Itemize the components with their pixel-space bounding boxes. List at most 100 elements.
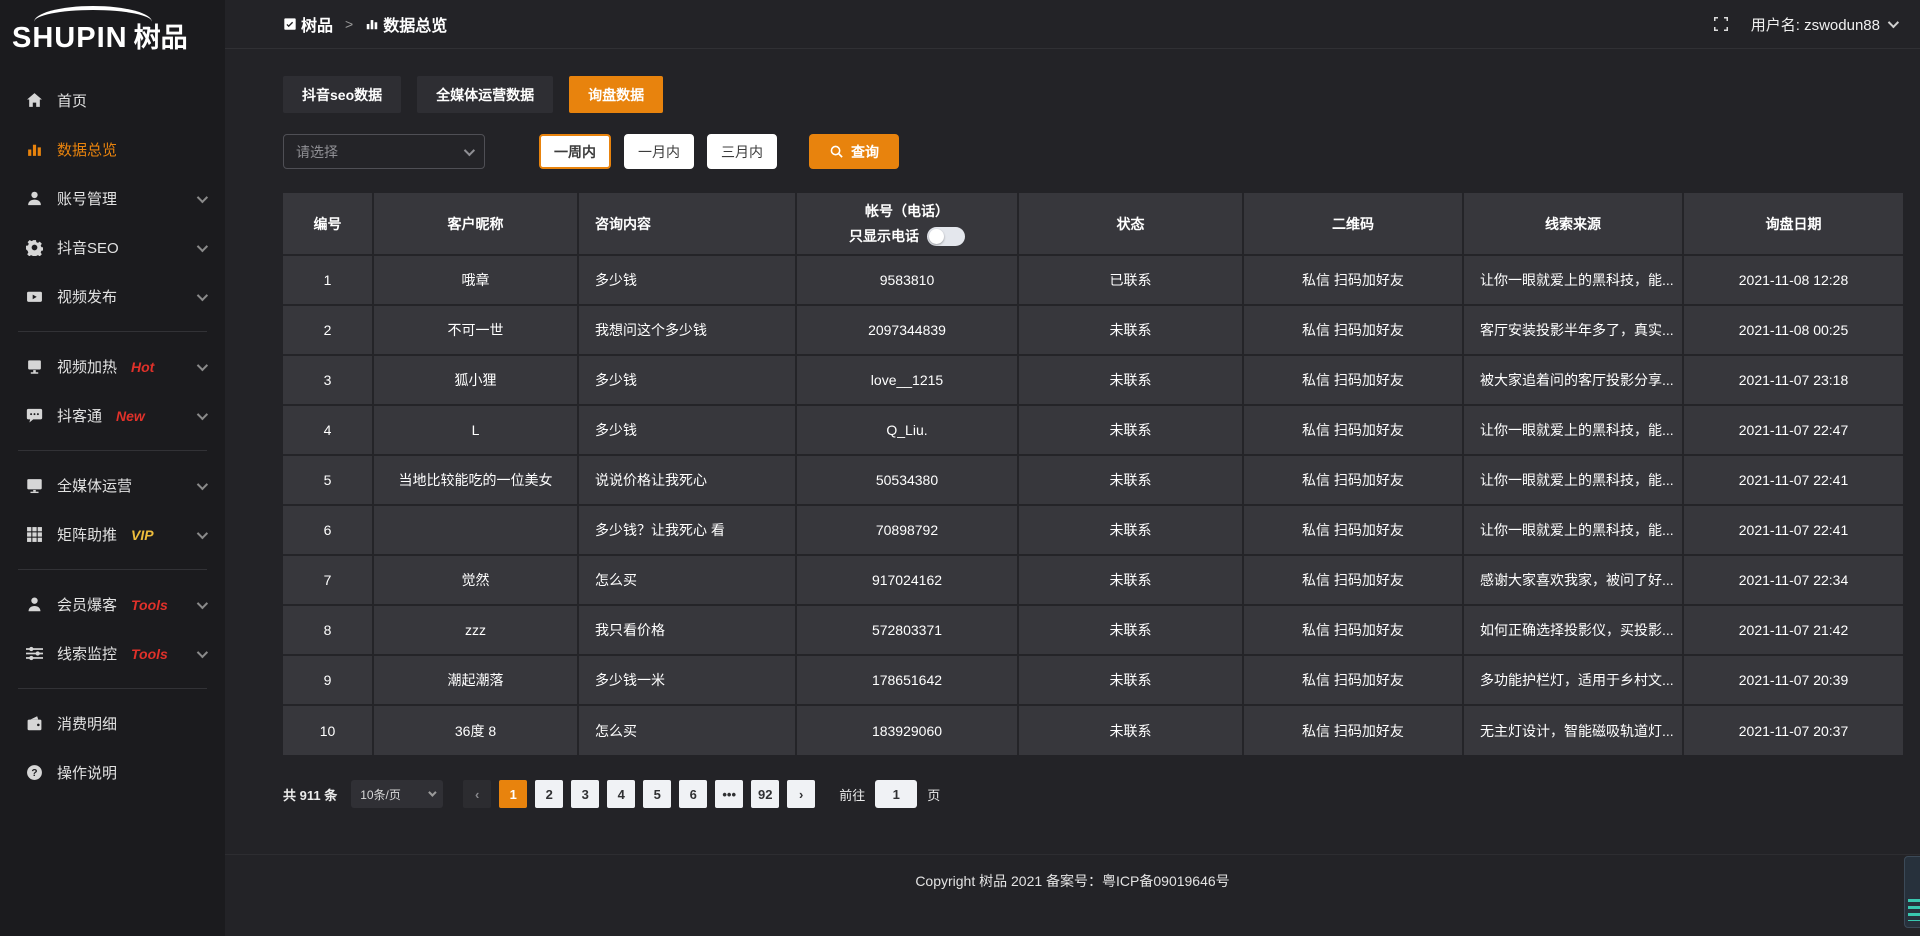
question-icon: ? [26, 764, 43, 781]
qrcode-link[interactable]: 私信 扫码加好友 [1243, 655, 1463, 705]
table-row: 7 觉然 怎么买 917024162 未联系 私信 扫码加好友 感谢大家喜欢我家… [283, 555, 1903, 605]
cell-consult: 怎么买 [578, 705, 796, 755]
source-link[interactable]: 让你一眼就爱上的黑科技，能... [1463, 455, 1683, 505]
sidebar-item-label: 首页 [57, 90, 87, 111]
status-badge[interactable]: 未联系 [1018, 555, 1243, 605]
page-button-5[interactable]: 5 [643, 780, 671, 808]
page-button-2[interactable]: 2 [535, 780, 563, 808]
sidebar-item-member-baoke[interactable]: 会员爆客 Tools [0, 580, 225, 629]
floating-widget[interactable] [1904, 856, 1920, 928]
table-row: 3 狐小狸 多少钱 love__1215 未联系 私信 扫码加好友 被大家追着问… [283, 355, 1903, 405]
qrcode-link[interactable]: 私信 扫码加好友 [1243, 605, 1463, 655]
source-link[interactable]: 让你一眼就爱上的黑科技，能... [1463, 505, 1683, 555]
top-bar: 树品 > 数据总览 用户名: zswodun88 [225, 0, 1920, 49]
sidebar-item-doukettong[interactable]: 抖客通 New [0, 391, 225, 440]
cell-nickname: 觉然 [373, 555, 578, 605]
sidebar-nav: 首页 数据总览 账号管理 抖音SEO 视频发布 [0, 62, 225, 797]
sidebar-item-matrix-boost[interactable]: 矩阵助推 VIP [0, 510, 225, 559]
source-link[interactable]: 客厅安装投影半年多了，真实... [1463, 305, 1683, 355]
cell-nickname: 36度 8 [373, 705, 578, 755]
phone-only-toggle[interactable] [927, 227, 965, 246]
sidebar-item-video-publish[interactable]: 视频发布 [0, 272, 225, 321]
source-link[interactable]: 如何正确选择投影仪，买投影... [1463, 605, 1683, 655]
source-link[interactable]: 感谢大家喜欢我家，被问了好... [1463, 555, 1683, 605]
page-button-3[interactable]: 3 [571, 780, 599, 808]
more-pages-button[interactable]: ••• [715, 780, 743, 808]
sidebar-item-consumption-details[interactable]: 消费明细 [0, 699, 225, 748]
status-badge[interactable]: 未联系 [1018, 455, 1243, 505]
qrcode-link[interactable]: 私信 扫码加好友 [1243, 705, 1463, 755]
page-button-4[interactable]: 4 [607, 780, 635, 808]
cell-id: 4 [283, 405, 373, 455]
sidebar-item-data-overview[interactable]: 数据总览 [0, 125, 225, 174]
qrcode-link[interactable]: 私信 扫码加好友 [1243, 405, 1463, 455]
page-size-select[interactable]: 10条/页 [351, 780, 443, 808]
sidebar-item-douyin-seo[interactable]: 抖音SEO [0, 223, 225, 272]
next-page-button[interactable]: › [787, 780, 815, 808]
display-icon [26, 477, 43, 494]
sidebar-item-label: 抖客通 [57, 405, 102, 426]
cell-id: 6 [283, 505, 373, 555]
search-button[interactable]: 查询 [809, 134, 899, 169]
sidebar-item-lead-monitoring[interactable]: 线索监控 Tools [0, 629, 225, 678]
hot-badge: Hot [131, 359, 154, 375]
status-badge[interactable]: 未联系 [1018, 355, 1243, 405]
source-link[interactable]: 无主灯设计，智能磁吸轨道灯... [1463, 705, 1683, 755]
qrcode-link[interactable]: 私信 扫码加好友 [1243, 355, 1463, 405]
cell-date: 2021-11-08 12:28 [1683, 255, 1903, 305]
qrcode-link[interactable]: 私信 扫码加好友 [1243, 305, 1463, 355]
column-header-id: 编号 [283, 193, 373, 255]
phone-only-label: 只显示电话 [849, 226, 919, 246]
qrcode-link[interactable]: 私信 扫码加好友 [1243, 255, 1463, 305]
source-link[interactable]: 让你一眼就爱上的黑科技，能... [1463, 255, 1683, 305]
cell-nickname: 潮起潮落 [373, 655, 578, 705]
cell-consult: 我想问这个多少钱 [578, 305, 796, 355]
source-link[interactable]: 多功能护栏灯，适用于乡村文... [1463, 655, 1683, 705]
chevron-down-icon [197, 646, 208, 657]
qrcode-link[interactable]: 私信 扫码加好友 [1243, 555, 1463, 605]
sidebar-item-home[interactable]: 首页 [0, 76, 225, 125]
status-badge[interactable]: 已联系 [1018, 255, 1243, 305]
table-row: 5 当地比较能吃的一位美女 说说价格让我死心 50534380 未联系 私信 扫… [283, 455, 1903, 505]
tools-badge: Tools [131, 597, 168, 613]
sidebar-item-label: 抖音SEO [57, 237, 119, 258]
status-badge[interactable]: 未联系 [1018, 405, 1243, 455]
status-badge[interactable]: 未联系 [1018, 305, 1243, 355]
chevron-down-icon [197, 289, 208, 300]
breadcrumb-root[interactable]: 树品 [301, 12, 333, 36]
user-menu[interactable]: 用户名: zswodun88 [1751, 14, 1896, 35]
status-badge[interactable]: 未联系 [1018, 655, 1243, 705]
tab-omnimedia-operation-data[interactable]: 全媒体运营数据 [417, 76, 553, 113]
range-one-month-button[interactable]: 一月内 [624, 134, 694, 169]
status-badge[interactable]: 未联系 [1018, 505, 1243, 555]
fullscreen-icon[interactable] [1713, 16, 1729, 32]
sidebar-item-video-heating[interactable]: 视频加热 Hot [0, 342, 225, 391]
cell-account: love__1215 [796, 355, 1018, 405]
sidebar-item-omnimedia-operation[interactable]: 全媒体运营 [0, 461, 225, 510]
goto-page-input[interactable] [875, 780, 917, 808]
qrcode-link[interactable]: 私信 扫码加好友 [1243, 455, 1463, 505]
cell-nickname: 不可一世 [373, 305, 578, 355]
pagination: 共 911 条 10条/页 ‹ 1 2 3 4 5 6 ••• 92 › 前往 … [283, 780, 1903, 808]
page-button-6[interactable]: 6 [679, 780, 707, 808]
prev-page-button[interactable]: ‹ [463, 780, 491, 808]
status-badge[interactable]: 未联系 [1018, 705, 1243, 755]
qrcode-link[interactable]: 私信 扫码加好友 [1243, 505, 1463, 555]
tab-douyin-seo-data[interactable]: 抖音seo数据 [283, 76, 401, 113]
table-header-row: 编号 客户昵称 咨询内容 帐号（电话） 只显示电话 状态 二维码 线索来源 [283, 193, 1903, 255]
source-link[interactable]: 被大家追着问的客厅投影分享... [1463, 355, 1683, 405]
tab-inquiry-data[interactable]: 询盘数据 [569, 76, 663, 113]
page-button-92[interactable]: 92 [751, 780, 779, 808]
page-button-1[interactable]: 1 [499, 780, 527, 808]
cell-date: 2021-11-07 21:42 [1683, 605, 1903, 655]
sidebar-item-label: 全媒体运营 [57, 475, 132, 496]
sidebar-item-account-management[interactable]: 账号管理 [0, 174, 225, 223]
range-three-months-button[interactable]: 三月内 [707, 134, 777, 169]
chevron-down-icon [197, 359, 208, 370]
sidebar-item-label: 账号管理 [57, 188, 117, 209]
sidebar-item-operation-guide[interactable]: ? 操作说明 [0, 748, 225, 797]
range-one-week-button[interactable]: 一周内 [539, 134, 611, 169]
source-link[interactable]: 让你一眼就爱上的黑科技，能... [1463, 405, 1683, 455]
status-badge[interactable]: 未联系 [1018, 605, 1243, 655]
account-select[interactable]: 请选择 [283, 134, 485, 169]
